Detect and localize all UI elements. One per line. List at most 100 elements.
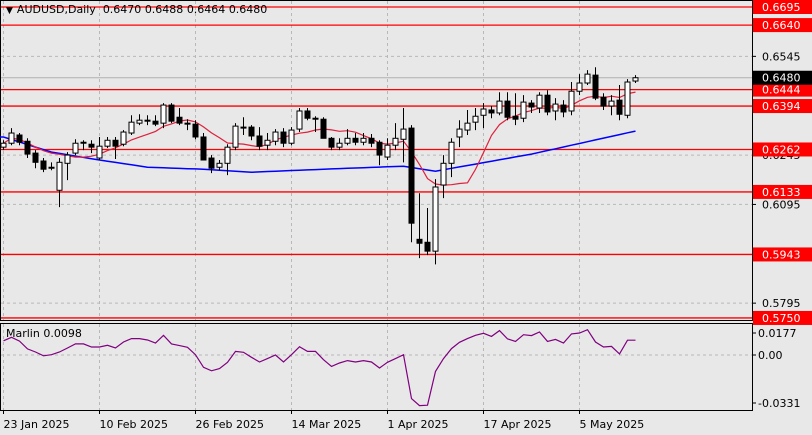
candle: [216, 160, 223, 171]
candle: [272, 129, 279, 146]
candle-body: [184, 122, 191, 125]
candle: [144, 115, 151, 126]
candle: [552, 98, 559, 121]
candle: [568, 82, 575, 116]
candle: [288, 127, 295, 146]
candle: [104, 136, 111, 149]
candle-body: [72, 142, 79, 154]
candle-body: [544, 94, 551, 113]
low-value: 0.6464: [186, 3, 226, 16]
candle-body: [464, 122, 471, 131]
candle-body: [96, 145, 103, 159]
candle-body: [528, 102, 535, 108]
level-price-label: 0.6444: [762, 84, 801, 97]
candle-body: [264, 139, 271, 146]
candle-body: [408, 127, 415, 224]
candle: [296, 108, 303, 133]
candle-body: [384, 144, 391, 158]
chart-header: ▼ AUDUSD,Daily 0.6470 0.6488 0.6464 0.648…: [6, 3, 267, 16]
candle-body: [392, 137, 399, 146]
candle: [512, 93, 519, 126]
candle: [152, 115, 159, 127]
candle: [592, 67, 599, 101]
candle: [416, 193, 423, 259]
candle: [128, 115, 135, 136]
x-tick-label: 23 Jan 2025: [4, 418, 70, 431]
level-price-label: 0.5750: [762, 312, 801, 325]
candle-body: [536, 94, 543, 109]
marlin-oscillator-line: [3, 328, 636, 407]
candle-body: [120, 131, 127, 145]
x-tick-label: 10 Feb 2025: [100, 418, 168, 431]
candle-body: [216, 162, 223, 168]
main-panel-frame: [0, 0, 753, 321]
candle-body: [632, 77, 639, 82]
collapse-triangle-icon[interactable]: ▼: [6, 6, 13, 16]
candle-body: [400, 128, 407, 140]
candle-body: [88, 143, 95, 148]
high-value: 0.6488: [144, 3, 184, 16]
candle-body: [520, 101, 527, 119]
oscillator-tick-label: -0.0331: [758, 397, 800, 410]
candle: [280, 128, 287, 148]
candle: [424, 208, 431, 256]
candle: [56, 158, 63, 208]
candle: [408, 125, 415, 243]
candle-body: [624, 81, 631, 116]
indicator-label: Marlin 0.0098: [6, 327, 82, 340]
candle: [616, 84, 623, 121]
price-chart[interactable]: 23 Jan 2025 10 Feb 2025 26 Feb 2025 14 Mar …: [0, 0, 812, 435]
indicator-panel-frame: [0, 323, 753, 411]
candle-body: [360, 137, 367, 143]
candle: [456, 120, 463, 148]
candle-body: [336, 142, 343, 148]
candle-body: [48, 166, 55, 169]
candle: [368, 134, 375, 148]
candle-body: [480, 108, 487, 116]
candle-body: [56, 161, 63, 191]
level-price-label: 0.5943: [762, 248, 801, 261]
candle: [168, 103, 175, 124]
level-price-label: 0.6394: [762, 100, 801, 113]
level-price-label: 0.6695: [762, 1, 801, 14]
candle: [632, 75, 639, 84]
symbol-label: AUDUSD,Daily: [16, 3, 96, 16]
candle: [16, 133, 23, 146]
current-price-label: 0.6480: [762, 72, 801, 85]
candle-body: [64, 154, 71, 164]
x-tick-label: 1 Apr 2025: [388, 418, 449, 431]
candle: [328, 136, 335, 151]
indicator-name: Marlin: [6, 327, 40, 340]
y-tick-label: 0.5795: [762, 297, 801, 310]
candle: [120, 130, 127, 147]
candle-body: [592, 74, 599, 99]
candle: [520, 95, 527, 123]
candle-body: [312, 117, 319, 120]
candle-body: [304, 110, 311, 119]
candle: [256, 127, 263, 151]
level-price-label: 0.6262: [762, 143, 801, 156]
candle: [64, 152, 71, 181]
candle-body: [112, 139, 119, 147]
candle: [480, 103, 487, 129]
candle-body: [232, 125, 239, 148]
candle-body: [32, 152, 39, 163]
candle-body: [280, 131, 287, 144]
candle: [8, 128, 15, 146]
candle-body: [272, 131, 279, 142]
candle: [336, 138, 343, 151]
candle: [448, 138, 455, 178]
candle: [200, 133, 207, 161]
candle-body: [512, 115, 519, 120]
candle-body: [176, 116, 183, 124]
candle-body: [40, 160, 47, 170]
candle-body: [504, 100, 511, 118]
candle-body: [80, 141, 87, 144]
candle-body: [376, 141, 383, 156]
candle-body: [136, 119, 143, 124]
candle: [536, 92, 543, 113]
candle: [264, 133, 271, 151]
candle-body: [328, 137, 335, 148]
candle: [88, 140, 95, 154]
candle: [40, 158, 47, 173]
